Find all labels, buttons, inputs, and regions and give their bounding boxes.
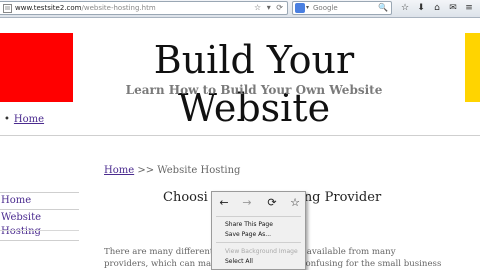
breadcrumb-separator: >>	[137, 165, 155, 176]
menu-item-save-page-as[interactable]: Save Page As...	[225, 230, 271, 239]
search-icon[interactable]: 🔍	[378, 2, 388, 14]
mail-icon[interactable]: ✉	[446, 2, 460, 15]
history-dropdown-icon[interactable]: ▾	[267, 3, 271, 12]
breadcrumb-home-link[interactable]: Home	[104, 165, 134, 176]
header-yellow-block	[465, 33, 480, 102]
context-menu-divider	[216, 216, 301, 217]
sidebar-divider	[0, 230, 79, 231]
site-subtitle: Learn How to Build Your Own Website	[125, 83, 383, 97]
breadcrumb-current: Website Hosting	[157, 165, 241, 176]
search-engine-icon[interactable]	[295, 3, 305, 13]
bookmarks-icon[interactable]: ☆	[398, 2, 412, 15]
bookmark-star-icon[interactable]: ☆	[254, 3, 261, 12]
bookmark-page-icon[interactable]: ☆	[288, 196, 302, 210]
divider	[0, 135, 480, 136]
context-menu-divider	[216, 242, 301, 243]
page-heading-right: ng Provider	[303, 190, 382, 205]
back-icon[interactable]: ←	[217, 196, 231, 210]
url-bar[interactable]: www.testsite2.com/website-hosting.htm ☆ …	[0, 1, 288, 15]
search-engine-dropdown-icon[interactable]: ▾	[306, 2, 309, 14]
nav-home-link[interactable]: Home	[14, 114, 44, 125]
sidebar-item-home[interactable]: Home	[0, 192, 79, 210]
home-icon[interactable]: ⌂	[430, 2, 444, 15]
downloads-icon[interactable]: ⬇	[414, 2, 428, 15]
top-nav: • Home	[4, 113, 44, 127]
url-icons: ☆ ▾ ⟳	[251, 2, 283, 14]
menu-item-view-background-image[interactable]: View Background Image	[225, 247, 298, 256]
breadcrumb: Home >> Website Hosting	[104, 164, 240, 178]
url-path: /website-hosting.htm	[81, 4, 156, 12]
reload-page-icon[interactable]: ⟳	[265, 196, 279, 210]
url-text[interactable]: www.testsite2.com/website-hosting.htm	[15, 3, 156, 14]
context-menu: ← → ⟳ ☆ Share This Page Save Page As... …	[211, 191, 306, 270]
forward-icon[interactable]: →	[240, 196, 254, 210]
search-bar[interactable]: ▾ Google 🔍	[292, 1, 392, 15]
context-menu-nav: ← → ⟳ ☆	[212, 192, 305, 214]
sidebar-item-website-hosting[interactable]: Website Hosting	[0, 209, 79, 241]
menu-icon[interactable]: ≡	[462, 2, 476, 15]
nav-bullet: •	[4, 114, 10, 125]
menu-item-select-all[interactable]: Select All	[225, 257, 253, 266]
browser-toolbar: www.testsite2.com/website-hosting.htm ☆ …	[0, 0, 480, 18]
url-domain: www.testsite2.com	[15, 4, 82, 12]
page-heading-left: Choosi	[163, 190, 208, 205]
search-input[interactable]: Google	[313, 2, 338, 14]
menu-item-share-page[interactable]: Share This Page	[225, 220, 273, 229]
header-red-block	[0, 33, 73, 102]
reload-icon[interactable]: ⟳	[276, 3, 283, 12]
page-favicon-icon	[3, 4, 12, 13]
